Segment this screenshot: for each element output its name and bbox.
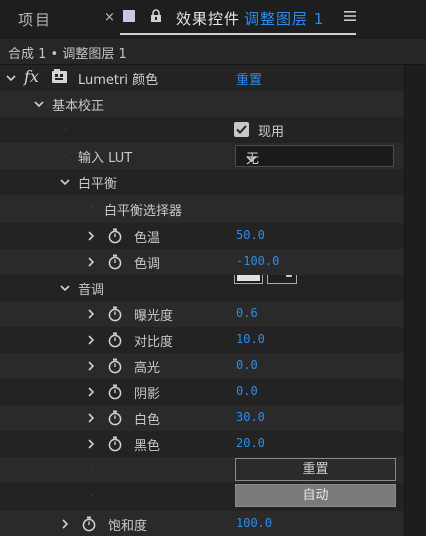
chevron-down-icon — [246, 152, 385, 167]
fx-toggle-icon[interactable]: fx — [24, 67, 39, 86]
temperature-label: 色温 — [134, 231, 161, 246]
contrast-value[interactable]: 10.0 — [236, 332, 265, 346]
chevron-right-icon[interactable] — [84, 431, 98, 457]
breadcrumb: 合成 1 • 调整图层 1 — [0, 38, 426, 65]
chevron-down-icon[interactable] — [58, 275, 72, 301]
enable-label: 现用 — [258, 125, 285, 140]
effect-header-row: fx Lumetri 颜色 重置 — [0, 65, 404, 91]
input-lut-label: 输入 LUT — [78, 151, 133, 166]
breadcrumb-text: 合成 1 • 调整图层 1 — [8, 47, 127, 62]
section-label: 基本校正 — [52, 99, 105, 114]
input-lut-row: · 输入 LUT 无 — [0, 143, 404, 169]
tint-label: 色调 — [134, 257, 161, 272]
saturation-label: 饱和度 — [108, 519, 148, 534]
tone-reset-button[interactable]: 重置 — [235, 458, 396, 481]
section-tone[interactable]: 音调 — [0, 275, 404, 301]
layer-color-swatch — [123, 10, 135, 22]
section-label: 白平衡 — [78, 177, 118, 192]
lock-icon[interactable] — [150, 9, 162, 27]
effect-name: Lumetri 颜色 — [78, 73, 159, 88]
effect-controls-panel: fx Lumetri 颜色 重置 基本校正 · 现用 · 输入 LUT 无 白平… — [0, 65, 426, 536]
temperature-row: 色温 50.0 — [0, 223, 404, 249]
chevron-down-icon[interactable] — [4, 65, 18, 91]
wb-selector-label: 白平衡选择器 — [104, 204, 183, 219]
highlights-value[interactable]: 0.0 — [236, 358, 258, 372]
whites-value[interactable]: 30.0 — [236, 410, 265, 424]
vertical-scrollbar[interactable] — [404, 65, 426, 536]
enable-checkbox[interactable] — [234, 122, 249, 137]
indent-dot: · — [90, 203, 94, 214]
stopwatch-icon[interactable] — [108, 228, 122, 248]
exposure-label: 曝光度 — [134, 309, 174, 324]
shadows-row: 阴影 0.0 — [0, 379, 404, 405]
blacks-value[interactable]: 20.0 — [236, 436, 265, 450]
chevron-right-icon[interactable] — [58, 511, 72, 536]
stopwatch-icon[interactable] — [108, 436, 122, 456]
section-label: 音调 — [78, 283, 105, 298]
section-basic-correction[interactable]: 基本校正 — [0, 91, 404, 117]
contrast-row: 对比度 10.0 — [0, 327, 404, 353]
tint-value[interactable]: -100.0 — [236, 254, 279, 268]
highlights-row: 高光 0.0 — [0, 353, 404, 379]
input-lut-select[interactable]: 无 — [235, 145, 394, 167]
blacks-row: 黑色 20.0 — [0, 431, 404, 457]
close-icon[interactable]: × — [104, 10, 115, 25]
active-tab-indicator — [120, 33, 356, 35]
blacks-label: 黑色 — [134, 439, 161, 454]
stopwatch-icon[interactable] — [82, 516, 96, 536]
stopwatch-icon[interactable] — [108, 410, 122, 430]
indent-dot: · — [64, 125, 68, 136]
whites-label: 白色 — [134, 413, 161, 428]
contrast-label: 对比度 — [134, 335, 174, 350]
chevron-right-icon[interactable] — [84, 249, 98, 275]
whites-row: 白色 30.0 — [0, 405, 404, 431]
effect-reset-link[interactable]: 重置 — [236, 69, 262, 88]
tab-project[interactable]: 项目 — [18, 9, 52, 30]
wb-selector-row: · 白平衡选择器 — [0, 195, 404, 223]
tab-effect-controls[interactable]: 效果控件 调整图层 1 — [176, 8, 324, 29]
saturation-row: 饱和度 100.0 — [0, 511, 404, 536]
stopwatch-icon[interactable] — [108, 306, 122, 326]
indent-dot: · — [90, 491, 94, 502]
tone-reset-row: · 重置 — [0, 457, 404, 483]
chevron-right-icon[interactable] — [84, 379, 98, 405]
exposure-row: 曝光度 0.6 — [0, 301, 404, 327]
panel-tab-bar: 项目 × 效果控件 调整图层 1 — [0, 0, 426, 38]
chevron-down-icon[interactable] — [58, 169, 72, 195]
chevron-right-icon[interactable] — [84, 223, 98, 249]
panel-menu-icon[interactable] — [344, 10, 356, 26]
saturation-value[interactable]: 100.0 — [236, 516, 272, 530]
chevron-right-icon[interactable] — [84, 353, 98, 379]
tone-auto-row: · 自动 — [0, 483, 404, 509]
tone-auto-button[interactable]: 自动 — [235, 484, 396, 507]
chevron-right-icon[interactable] — [84, 327, 98, 353]
stopwatch-icon[interactable] — [108, 332, 122, 352]
indent-dot: · — [64, 151, 68, 162]
effect-preset-icon[interactable] — [51, 68, 68, 88]
highlights-label: 高光 — [134, 361, 161, 376]
tint-row: 色调 -100.0 — [0, 249, 404, 275]
chevron-right-icon[interactable] — [84, 405, 98, 431]
stopwatch-icon[interactable] — [108, 254, 122, 274]
chevron-right-icon[interactable] — [84, 301, 98, 327]
chevron-down-icon[interactable] — [32, 91, 46, 117]
temperature-value[interactable]: 50.0 — [236, 228, 265, 242]
tab-effect-controls-label: 效果控件 — [176, 10, 241, 28]
tab-layer-name: 调整图层 1 — [244, 10, 325, 28]
shadows-label: 阴影 — [134, 387, 161, 402]
stopwatch-icon[interactable] — [108, 384, 122, 404]
exposure-value[interactable]: 0.6 — [236, 306, 258, 320]
stopwatch-icon[interactable] — [108, 358, 122, 378]
section-white-balance[interactable]: 白平衡 — [0, 169, 404, 195]
indent-dot: · — [90, 465, 94, 476]
shadows-value[interactable]: 0.0 — [236, 384, 258, 398]
enable-row: · 现用 — [0, 117, 404, 143]
